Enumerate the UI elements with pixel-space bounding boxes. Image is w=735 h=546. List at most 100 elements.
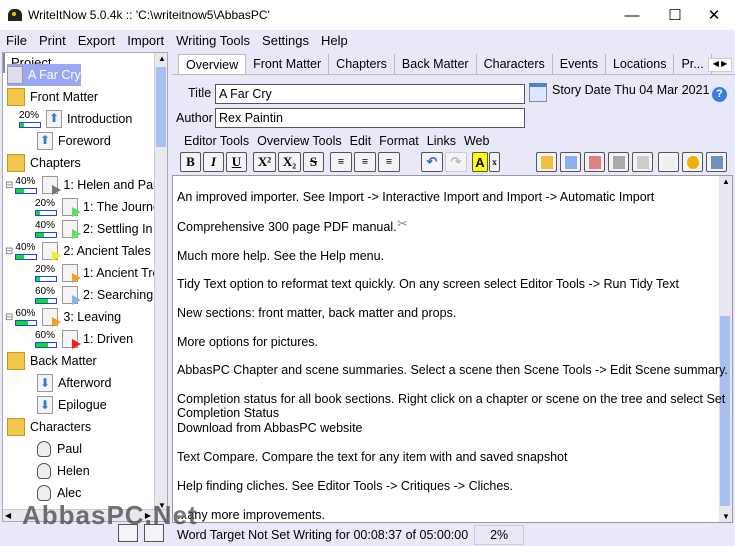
collapse-toggle[interactable]: ⊟ — [5, 246, 13, 257]
folder-icon — [7, 88, 25, 106]
status-arrow-icon — [72, 273, 81, 283]
tree-node-folder[interactable]: Characters — [7, 416, 91, 438]
status-arrow-icon — [72, 339, 81, 349]
menu-import[interactable]: Import — [121, 33, 170, 48]
tree-node-label: 2: Searching — [83, 288, 154, 302]
menu-print[interactable]: Print — [33, 33, 72, 48]
editor-menu-web[interactable]: Web — [464, 134, 489, 148]
tool-select-all-button[interactable] — [560, 152, 581, 172]
tree-node-scene[interactable]: 20% 1: Ancient Treasures — [35, 262, 155, 284]
tree-node-scene[interactable]: 60% 2: Searching — [35, 284, 153, 306]
align-left-button[interactable]: ≡ — [330, 152, 352, 172]
tab-characters[interactable]: Characters — [476, 54, 553, 75]
completion-bar — [15, 187, 38, 194]
menu-file[interactable]: File — [0, 33, 33, 48]
tree-node-front[interactable]: 20% Introduction — [19, 108, 132, 130]
editor-line: Text Compare. Compare the text for any i… — [177, 450, 568, 464]
collapse-toggle[interactable]: ⊟ — [5, 180, 13, 191]
chapter-icon — [42, 308, 62, 327]
subscript-button[interactable]: X₂ — [278, 152, 301, 172]
italic-button[interactable]: I — [203, 152, 224, 172]
tree-node-scene[interactable]: 60% 1: Driven — [35, 328, 133, 350]
menu-writing-tools[interactable]: Writing Tools — [170, 33, 256, 48]
tree-node-label: 1: The Journey — [83, 200, 155, 214]
editor-vertical-scrollbar[interactable]: ▲ ▼ — [719, 176, 732, 522]
tree-node-folder[interactable]: Chapters — [7, 152, 81, 174]
tool-picture-button[interactable] — [706, 152, 727, 172]
editor-menu-links[interactable]: Links — [427, 134, 456, 148]
close-button[interactable]: ✕ — [697, 0, 731, 30]
tree-node-chapter[interactable]: ⊟ 40% 1: Helen and Paul — [5, 174, 155, 196]
tool-text-format-button[interactable] — [658, 152, 679, 172]
align-center-button[interactable]: ≡ — [354, 152, 376, 172]
overview-editor[interactable]: ▲ ▼ ✂ An improved importer. See Import ->… — [172, 175, 733, 523]
status-arrow-icon — [72, 207, 81, 217]
editor-menu-edit[interactable]: Edit — [350, 134, 372, 148]
status-arrow-icon — [72, 229, 81, 239]
tab-front-matter[interactable]: Front Matter — [246, 54, 330, 75]
tree-node-folder[interactable]: Back Matter — [7, 350, 97, 372]
minimize-button[interactable]: — — [615, 0, 649, 30]
tree-node-scene[interactable]: 40% 2: Settling In — [35, 218, 153, 240]
tree-node-front[interactable]: Foreword — [37, 130, 111, 152]
edit-picture-icon — [588, 155, 601, 169]
editor-menu-overview-tools[interactable]: Overview Tools — [257, 134, 342, 148]
folder-icon — [7, 154, 25, 172]
scene-icon — [62, 264, 81, 283]
tab-scroll-arrows[interactable]: ◀ ▶ — [708, 58, 732, 72]
tree-node-back[interactable]: Epilogue — [37, 394, 107, 416]
underline-button[interactable]: U — [226, 152, 247, 172]
main-tabs: Overview Front Matter Chapters Back Matter C… — [178, 54, 735, 75]
editor-menu-format[interactable]: Format — [379, 134, 419, 148]
calendar-icon[interactable] — [529, 83, 547, 102]
menu-settings[interactable]: Settings — [256, 33, 315, 48]
tree-node-project[interactable]: A Far Cry — [7, 64, 81, 86]
completion-percent: 60% — [35, 285, 56, 297]
tree-node-folder[interactable]: Front Matter — [7, 86, 98, 108]
tab-overview[interactable]: Overview — [178, 54, 247, 75]
editor-line: Comprehensive 300 page PDF manual. — [177, 220, 397, 234]
completion-bar — [35, 231, 57, 238]
tab-locations[interactable]: Locations — [605, 54, 675, 75]
tool-edit-picture-button[interactable] — [584, 152, 605, 172]
tree-node-chapter[interactable]: ⊟ 40% 2: Ancient Tales — [5, 240, 151, 262]
tab-pr-[interactable]: Pr... — [674, 54, 712, 75]
tree-node-chapter[interactable]: ⊟ 60% 3: Leaving — [5, 306, 121, 328]
tree-vertical-scrollbar[interactable]: ▲ ▼ — [154, 53, 167, 511]
status-arrow-icon — [52, 185, 62, 195]
author-input[interactable]: Rex Paintin — [215, 108, 525, 128]
redo-button[interactable]: ↷ — [445, 152, 467, 172]
tab-events[interactable]: Events — [552, 54, 606, 75]
help-icon[interactable]: ? — [712, 87, 727, 102]
title-bar: WriteItNow 5.0.4k :: 'C:\writeitnow5\Abb… — [0, 0, 735, 30]
menu-export[interactable]: Export — [72, 33, 122, 48]
tree-node-back[interactable]: Afterword — [37, 372, 112, 394]
collapse-toggle[interactable]: ⊟ — [5, 312, 13, 323]
align-right-button[interactable]: ≡ — [378, 152, 400, 172]
highlight-button[interactable]: A — [472, 152, 488, 172]
undo-button[interactable]: ↶ — [421, 152, 443, 172]
watermark: AbbasPC.Net — [22, 500, 198, 530]
tool-web-button[interactable] — [682, 152, 703, 172]
maximize-button[interactable]: ☐ — [658, 0, 692, 30]
tree-node-character[interactable]: Helen — [37, 460, 90, 482]
menu-help[interactable]: Help — [315, 33, 354, 48]
tool-timer-button[interactable] — [608, 152, 629, 172]
superscript-button[interactable]: X² — [253, 152, 276, 172]
tree-node-scene[interactable]: 20% 1: The Journey — [35, 196, 155, 218]
strikethrough-button[interactable]: S — [303, 152, 324, 172]
tree-node-character[interactable]: Paul — [37, 438, 82, 460]
scene-icon — [62, 220, 81, 239]
tool-calculator-button[interactable] — [536, 152, 557, 172]
clear-highlight-button[interactable]: x — [489, 152, 500, 172]
tab-chapters[interactable]: Chapters — [329, 54, 395, 75]
editor-menu-editor-tools[interactable]: Editor Tools — [184, 134, 249, 148]
tab-back-matter[interactable]: Back Matter — [394, 54, 477, 75]
completion-bar — [15, 319, 38, 326]
tree-node-label: 2: Settling In — [83, 222, 153, 236]
project-tree[interactable]: Project A Far CryFront Matter20%Introduc… — [3, 53, 155, 511]
editor-line: New sections: front matter, back matter … — [177, 306, 457, 320]
tool-spellcheck-button[interactable] — [632, 152, 653, 172]
bold-button[interactable]: B — [180, 152, 201, 172]
title-input[interactable]: A Far Cry — [215, 84, 525, 104]
